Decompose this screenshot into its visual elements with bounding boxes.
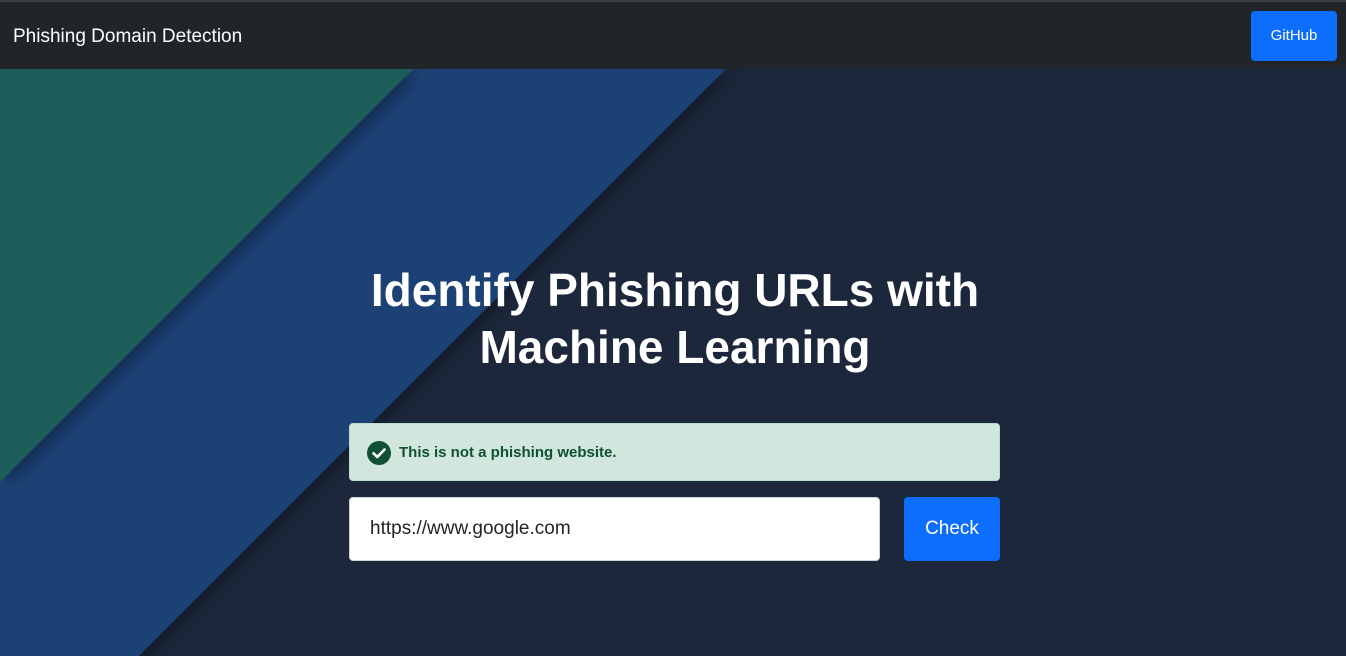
result-alert: This is not a phishing website. [349,423,1000,481]
hero-headline: Identify Phishing URLs with Machine Lear… [370,264,980,373]
brand-title[interactable]: Phishing Domain Detection [13,26,242,48]
hero-section: Identify Phishing URLs with Machine Lear… [0,69,1346,656]
navbar: Phishing Domain Detection GitHub [0,0,1346,69]
check-circle-icon [367,441,391,465]
github-button[interactable]: GitHub [1251,11,1337,61]
check-button[interactable]: Check [904,497,1000,561]
alert-message: This is not a phishing website. [399,444,617,461]
url-input[interactable] [349,497,880,561]
